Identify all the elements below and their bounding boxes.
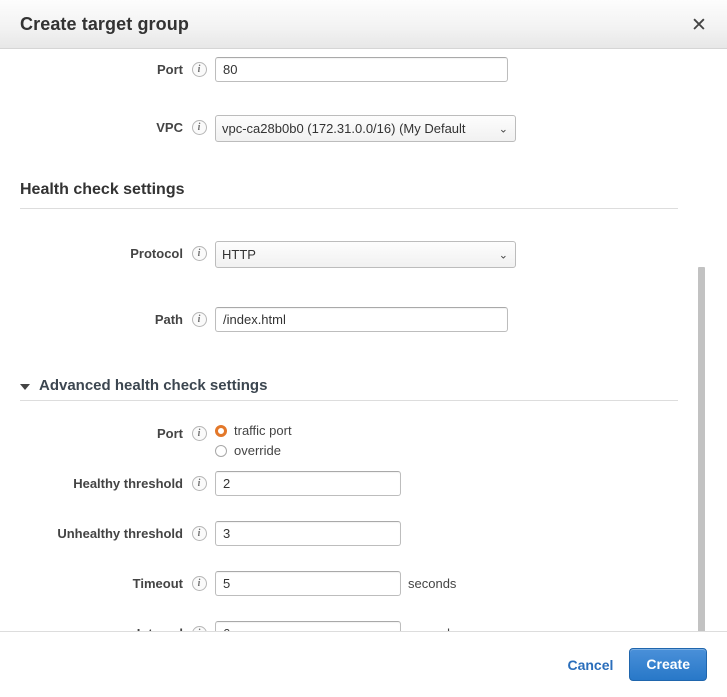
label-protocol: Protocol bbox=[130, 246, 183, 261]
radio-icon-unselected[interactable] bbox=[215, 444, 227, 457]
cancel-button[interactable]: Cancel bbox=[567, 657, 613, 673]
unhealthy-threshold-input[interactable] bbox=[215, 521, 401, 546]
vpc-select-wrapper: vpc-ca28b0b0 (172.31.0.0/16) (My Default… bbox=[215, 115, 516, 142]
radio-option-traffic-port[interactable]: traffic port bbox=[215, 423, 292, 438]
info-icon[interactable]: i bbox=[191, 576, 207, 591]
field-row-port: Port i bbox=[0, 57, 727, 95]
radio-icon-selected[interactable] bbox=[215, 424, 227, 437]
info-icon[interactable]: i bbox=[191, 426, 207, 441]
healthy-threshold-input[interactable] bbox=[215, 471, 401, 496]
info-col-timeout: i bbox=[183, 571, 215, 591]
dialog-footer: Cancel Create bbox=[0, 631, 727, 697]
info-icon[interactable]: i bbox=[191, 120, 207, 135]
advanced-section-title: Advanced health check settings bbox=[39, 377, 268, 394]
advanced-section-toggle[interactable]: Advanced health check settings bbox=[20, 377, 678, 400]
create-button[interactable]: Create bbox=[629, 648, 707, 681]
info-col-port: i bbox=[183, 57, 215, 77]
field-row-unhealthy-threshold: Unhealthy threshold i bbox=[0, 521, 727, 559]
info-col-vpc: i bbox=[183, 115, 215, 135]
dialog-body-content: Port i VPC i vpc-ca28b0b0 (172 bbox=[0, 57, 727, 631]
info-col-interval: i bbox=[183, 621, 215, 631]
label-vpc: VPC bbox=[156, 120, 183, 135]
dialog-body-scroll-area[interactable]: Port i VPC i vpc-ca28b0b0 (172 bbox=[0, 49, 727, 631]
health-check-section-header: Health check settings bbox=[20, 181, 678, 209]
field-row-path: Path i bbox=[0, 307, 727, 345]
vpc-select[interactable]: vpc-ca28b0b0 (172.31.0.0/16) (My Default bbox=[215, 115, 516, 142]
close-icon[interactable]: ✕ bbox=[687, 13, 711, 37]
info-col-healthy-threshold: i bbox=[183, 471, 215, 491]
label-timeout: Timeout bbox=[132, 576, 183, 591]
info-icon[interactable]: i bbox=[191, 246, 207, 261]
field-row-protocol: Protocol i HTTP ⌄ bbox=[0, 241, 727, 279]
info-icon[interactable]: i bbox=[191, 476, 207, 491]
control-col-port bbox=[215, 57, 727, 82]
field-row-vpc: VPC i vpc-ca28b0b0 (172.31.0.0/16) (My D… bbox=[0, 115, 727, 153]
control-col-vpc: vpc-ca28b0b0 (172.31.0.0/16) (My Default… bbox=[215, 115, 727, 142]
label-port: Port bbox=[157, 62, 183, 77]
create-target-group-dialog: Create target group ✕ Port i VPC i bbox=[0, 0, 727, 697]
scrollbar-thumb[interactable] bbox=[698, 267, 705, 631]
protocol-select-wrapper: HTTP ⌄ bbox=[215, 241, 516, 268]
info-col-advanced-port: i bbox=[183, 421, 215, 441]
control-col-advanced-port: traffic port override bbox=[215, 421, 727, 458]
label-interval: Interval bbox=[0, 621, 183, 631]
field-row-healthy-threshold: Healthy threshold i bbox=[0, 471, 727, 509]
control-col-protocol: HTTP ⌄ bbox=[215, 241, 727, 268]
advanced-section-header: Advanced health check settings bbox=[20, 377, 678, 401]
control-col-timeout: seconds bbox=[215, 571, 727, 596]
info-col-path: i bbox=[183, 307, 215, 327]
path-input[interactable] bbox=[215, 307, 508, 332]
field-row-interval: Interval i seconds bbox=[0, 621, 727, 631]
control-col-interval: seconds bbox=[215, 621, 727, 631]
advanced-port-radio-group: traffic port override bbox=[215, 421, 292, 458]
timeout-input[interactable] bbox=[215, 571, 401, 596]
caret-down-icon bbox=[20, 383, 30, 390]
page-title: Create target group bbox=[20, 14, 189, 34]
port-input[interactable] bbox=[215, 57, 508, 82]
timeout-unit-label: seconds bbox=[408, 576, 457, 591]
protocol-select[interactable]: HTTP bbox=[215, 241, 516, 268]
health-check-section-title: Health check settings bbox=[20, 181, 185, 198]
interval-input[interactable] bbox=[215, 621, 401, 631]
info-col-unhealthy-threshold: i bbox=[183, 521, 215, 541]
label-unhealthy-threshold: Unhealthy threshold bbox=[57, 526, 183, 541]
field-row-advanced-port: Port i traffic port override bbox=[0, 421, 727, 459]
info-icon[interactable]: i bbox=[191, 62, 207, 77]
field-row-timeout: Timeout i seconds bbox=[0, 571, 727, 609]
radio-option-override[interactable]: override bbox=[215, 443, 292, 458]
dialog-header: Create target group ✕ bbox=[0, 0, 727, 49]
control-col-unhealthy-threshold bbox=[215, 521, 727, 546]
label-advanced-port: Port bbox=[157, 426, 183, 441]
label-healthy-threshold: Healthy threshold bbox=[73, 476, 183, 491]
control-col-path bbox=[215, 307, 727, 332]
radio-label: traffic port bbox=[234, 423, 292, 438]
info-col-protocol: i bbox=[183, 241, 215, 261]
label-path: Path bbox=[154, 312, 183, 327]
control-col-healthy-threshold bbox=[215, 471, 727, 496]
info-icon[interactable]: i bbox=[191, 526, 207, 541]
info-icon[interactable]: i bbox=[191, 312, 207, 327]
radio-label: override bbox=[234, 443, 281, 458]
